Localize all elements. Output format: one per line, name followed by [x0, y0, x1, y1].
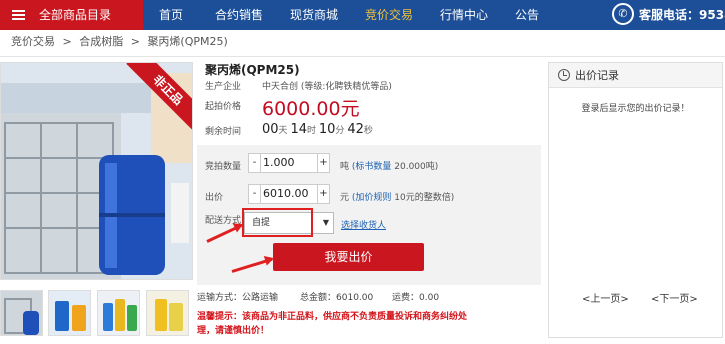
lot-quantity-link[interactable]: (标书数量: [352, 162, 392, 172]
thumbnail[interactable]: [146, 290, 189, 336]
breadcrumb: 竞价交易 > 合成树脂 > 聚丙烯(QPM25): [11, 35, 232, 49]
quantity-label: 竞拍数量: [205, 162, 242, 172]
nav-item-home[interactable]: 首页: [159, 0, 183, 30]
quantity-decrease-button[interactable]: -: [249, 154, 261, 172]
submit-bid-button[interactable]: 我要出价: [273, 243, 424, 271]
nav-item-announcement[interactable]: 公告: [515, 0, 539, 30]
breadcrumb-item-product: 聚丙烯(QPM25): [147, 35, 228, 48]
thumbnail-image: [98, 291, 139, 335]
thumbnail[interactable]: [48, 290, 91, 336]
start-price: 6000.00元: [262, 98, 360, 120]
freight: 运费：0.00: [392, 290, 439, 303]
producer-label: 生产企业: [205, 82, 242, 92]
countdown-timer: 00天 14时 10分 42秒: [262, 122, 373, 137]
bid-price-input[interactable]: 6010.00: [263, 185, 309, 203]
breadcrumb-item-resin[interactable]: 合成树脂: [79, 35, 123, 48]
bid-record-title: 出价记录: [575, 69, 619, 82]
bid-price-increase-button[interactable]: +: [317, 185, 329, 203]
total-amount-label: 总金额：: [300, 293, 337, 303]
remaining-time-label: 剩余时间: [205, 127, 242, 137]
quantity-increase-button[interactable]: +: [317, 154, 329, 172]
hamburger-icon: [12, 10, 25, 20]
login-prompt: 登录后显示您的出价记录！: [581, 104, 690, 114]
bid-price-label: 出价: [205, 193, 224, 203]
total-amount: 总金额：6010.00: [300, 290, 373, 303]
transport-method: 运输方式：公路运输: [197, 290, 278, 303]
thumbnail[interactable]: [0, 290, 43, 336]
phone-label: 客服电话：95388: [639, 8, 725, 22]
bid-price-unit: 元: [340, 193, 350, 203]
prev-page-link[interactable]: <上一页>: [582, 290, 629, 305]
countdown-seconds-unit: 秒: [363, 126, 373, 136]
nav-item-spot-mall[interactable]: 现货商城: [290, 0, 338, 30]
bid-price-stepper: - 6010.00 +: [248, 184, 330, 204]
bid-record-panel: 出价记录 登录后显示您的出价记录！ <上一页> <下一页>: [548, 62, 723, 338]
bid-price-decrease-button[interactable]: -: [249, 185, 261, 203]
warning-tip: 温馨提示：该商品为非正品料，供应商不负责质量投诉和商务纠纷处理，请谨慎出价！: [197, 312, 468, 336]
highlight-box-annotation: [242, 208, 313, 237]
chevron-down-icon: ▼: [322, 218, 329, 227]
quantity-stepper: - 1.000 +: [248, 153, 330, 173]
countdown-seconds: 42: [347, 122, 364, 137]
nav-item-market-center[interactable]: 行情中心: [440, 0, 488, 30]
producer-value: 中天合创 (等级:化聘铁精优等品): [262, 82, 392, 92]
quantity-info: 吨 (标书数量 20.000吨): [340, 159, 438, 172]
countdown-minutes: 10: [318, 122, 336, 137]
countdown-minutes-unit: 分: [335, 126, 345, 136]
breadcrumb-item-bidding[interactable]: 竞价交易: [11, 35, 55, 48]
nav-item-bidding[interactable]: 竞价交易: [365, 0, 413, 30]
category-menu-label: 全部商品目录: [39, 8, 112, 22]
thumbnail-image: [1, 291, 42, 335]
thumbnail-image: [49, 291, 90, 335]
increment-rule-link[interactable]: (加价规则: [352, 193, 392, 203]
total-amount-value: 6010.00: [336, 293, 374, 303]
choose-consignee-link[interactable]: 选择收货人: [341, 218, 386, 231]
bid-record-header: 出价记录: [549, 63, 722, 88]
breadcrumb-separator: >: [62, 35, 72, 48]
breadcrumb-separator: >: [130, 35, 140, 48]
quantity-unit: 吨: [340, 162, 350, 172]
countdown-days-unit: 天: [278, 126, 288, 136]
countdown-days: 00: [262, 122, 279, 137]
thumbnail-image: [147, 291, 188, 335]
nav-item-contract-sales[interactable]: 合约销售: [215, 0, 263, 30]
divider: [0, 56, 725, 57]
freight-value: 0.00: [419, 293, 440, 303]
phone-icon: ✆: [612, 3, 634, 25]
increment-rule-note: 10元的整数倍): [391, 193, 455, 203]
category-menu-button[interactable]: 全部商品目录: [0, 0, 143, 30]
lot-quantity-note: 20.000吨): [391, 162, 439, 172]
bid-price-info: 元 (加价规则 10元的整数倍): [340, 190, 454, 203]
product-title: 聚丙烯(QPM25): [205, 63, 300, 77]
countdown-hours: 14: [290, 122, 307, 137]
top-navbar: 全部商品目录 首页 合约销售 现货商城 竞价交易 行情中心 公告 ✆ 客服电话：…: [0, 0, 725, 30]
clock-icon: [558, 69, 570, 81]
start-price-label: 起拍价格: [205, 102, 242, 112]
transport-method-value: 公路运输: [242, 293, 279, 303]
next-page-link[interactable]: <下一页>: [651, 290, 698, 305]
transport-method-label: 运输方式：: [197, 293, 243, 303]
product-image[interactable]: 非正品: [0, 62, 193, 280]
countdown-hours-unit: 时: [306, 126, 316, 136]
quantity-input[interactable]: 1.000: [263, 154, 295, 172]
thumbnail[interactable]: [97, 290, 140, 336]
freight-label: 运费：: [392, 293, 420, 303]
